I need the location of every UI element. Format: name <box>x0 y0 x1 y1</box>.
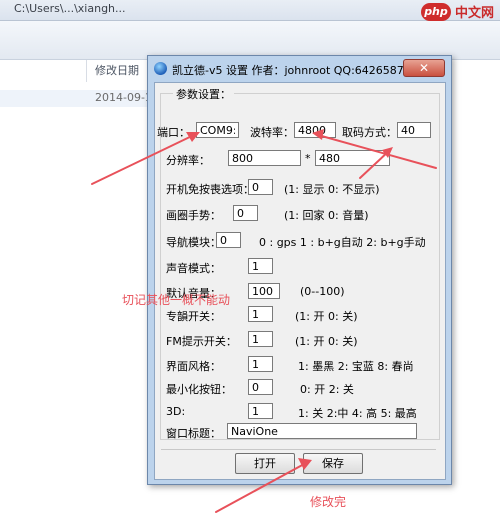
fm-switch-input[interactable] <box>248 331 273 347</box>
dialog-client-area: 参数设置： 端口： 波特率： 取码方式： 分辨率： * 开机免按喪选项： (1:… <box>154 82 446 480</box>
column-header-modified-date[interactable]: 修改日期 <box>95 62 139 78</box>
php-logo: php <box>420 2 451 21</box>
default-volume-input[interactable] <box>248 283 280 299</box>
lock-switch-label: 专韻开关： <box>166 310 221 323</box>
fetch-mode-label: 取码方式： <box>342 126 397 139</box>
fm-switch-hint: (1: 开 0: 关) <box>295 335 358 348</box>
skip-option-hint: (1: 显示 0: 不显示) <box>284 183 380 196</box>
skip-option-label: 开机免按喪选项： <box>166 183 254 196</box>
minimize-button-label: 最小化按钮： <box>166 383 232 396</box>
window-title-input[interactable] <box>227 423 417 439</box>
annotation-after-edit: 修改完 <box>310 495 347 509</box>
resolution-width-input[interactable] <box>228 150 301 166</box>
address-path: C:\Users\...\xiangh... <box>14 2 126 15</box>
fetch-mode-input[interactable] <box>397 122 431 138</box>
resolution-separator: * <box>305 152 311 165</box>
app-globe-icon <box>154 62 167 75</box>
resolution-label: 分辨率： <box>166 154 210 167</box>
lock-switch-hint: (1: 开 0: 关) <box>295 310 358 323</box>
fm-switch-label: FM提示开关： <box>166 335 237 348</box>
threed-input[interactable] <box>248 403 273 419</box>
nav-module-label: 导航模块： <box>166 236 221 249</box>
minimize-button-input[interactable] <box>248 379 273 395</box>
baud-input[interactable] <box>294 122 336 138</box>
skip-option-input[interactable] <box>248 179 273 195</box>
port-input[interactable] <box>196 122 239 138</box>
annotation-do-not-touch: 切记其他一概不能动 <box>122 293 231 307</box>
sound-mode-input[interactable] <box>248 258 273 274</box>
watermark-text: 中文网 <box>454 6 494 21</box>
gesture-input[interactable] <box>233 205 258 221</box>
gesture-hint: (1: 回家 0: 音量) <box>284 209 369 222</box>
dialog-titlebar[interactable]: 凯立德-v5 设置 作者：johnroot QQ:6426587 ✕ <box>148 56 451 81</box>
minimize-button-hint: 0: 开 2: 关 <box>300 383 354 396</box>
nav-module-input[interactable] <box>216 232 241 248</box>
threed-hint: 1: 关 2:中 4: 高 5: 最高 <box>298 407 417 420</box>
save-button[interactable]: 保存 <box>303 453 363 474</box>
ui-style-hint: 1: 墨黑 2: 宝蓝 8: 春尚 <box>298 360 414 373</box>
watermark: php 中文网 <box>420 2 494 21</box>
port-label: 端口： <box>157 126 190 139</box>
default-volume-hint: (0--100) <box>300 285 345 298</box>
group-title: 参数设置： <box>173 86 234 102</box>
settings-dialog: 凯立德-v5 设置 作者：johnroot QQ:6426587 ✕ 参数设置：… <box>147 55 452 485</box>
baud-label: 波特率： <box>250 126 294 139</box>
button-divider <box>161 449 436 450</box>
threed-label: 3D: <box>166 405 186 418</box>
sound-mode-label: 声音模式： <box>166 262 221 275</box>
open-button[interactable]: 打开 <box>235 453 295 474</box>
ui-style-input[interactable] <box>248 356 273 372</box>
gesture-label: 画圈手势： <box>166 209 221 222</box>
close-button[interactable]: ✕ <box>403 59 445 77</box>
address-bar[interactable]: C:\Users\...\xiangh... php 中文网 <box>0 0 500 21</box>
resolution-height-input[interactable] <box>315 150 390 166</box>
ui-style-label: 界面风格： <box>166 360 221 373</box>
window-title-label: 窗口标题： <box>166 427 221 440</box>
dialog-title: 凯立德-v5 设置 作者：johnroot QQ:6426587 <box>172 64 404 77</box>
nav-module-hint: 0 : gps 1 : b+g自动 2: b+g手动 <box>259 236 426 249</box>
column-separator[interactable] <box>86 60 87 82</box>
lock-switch-input[interactable] <box>248 306 273 322</box>
